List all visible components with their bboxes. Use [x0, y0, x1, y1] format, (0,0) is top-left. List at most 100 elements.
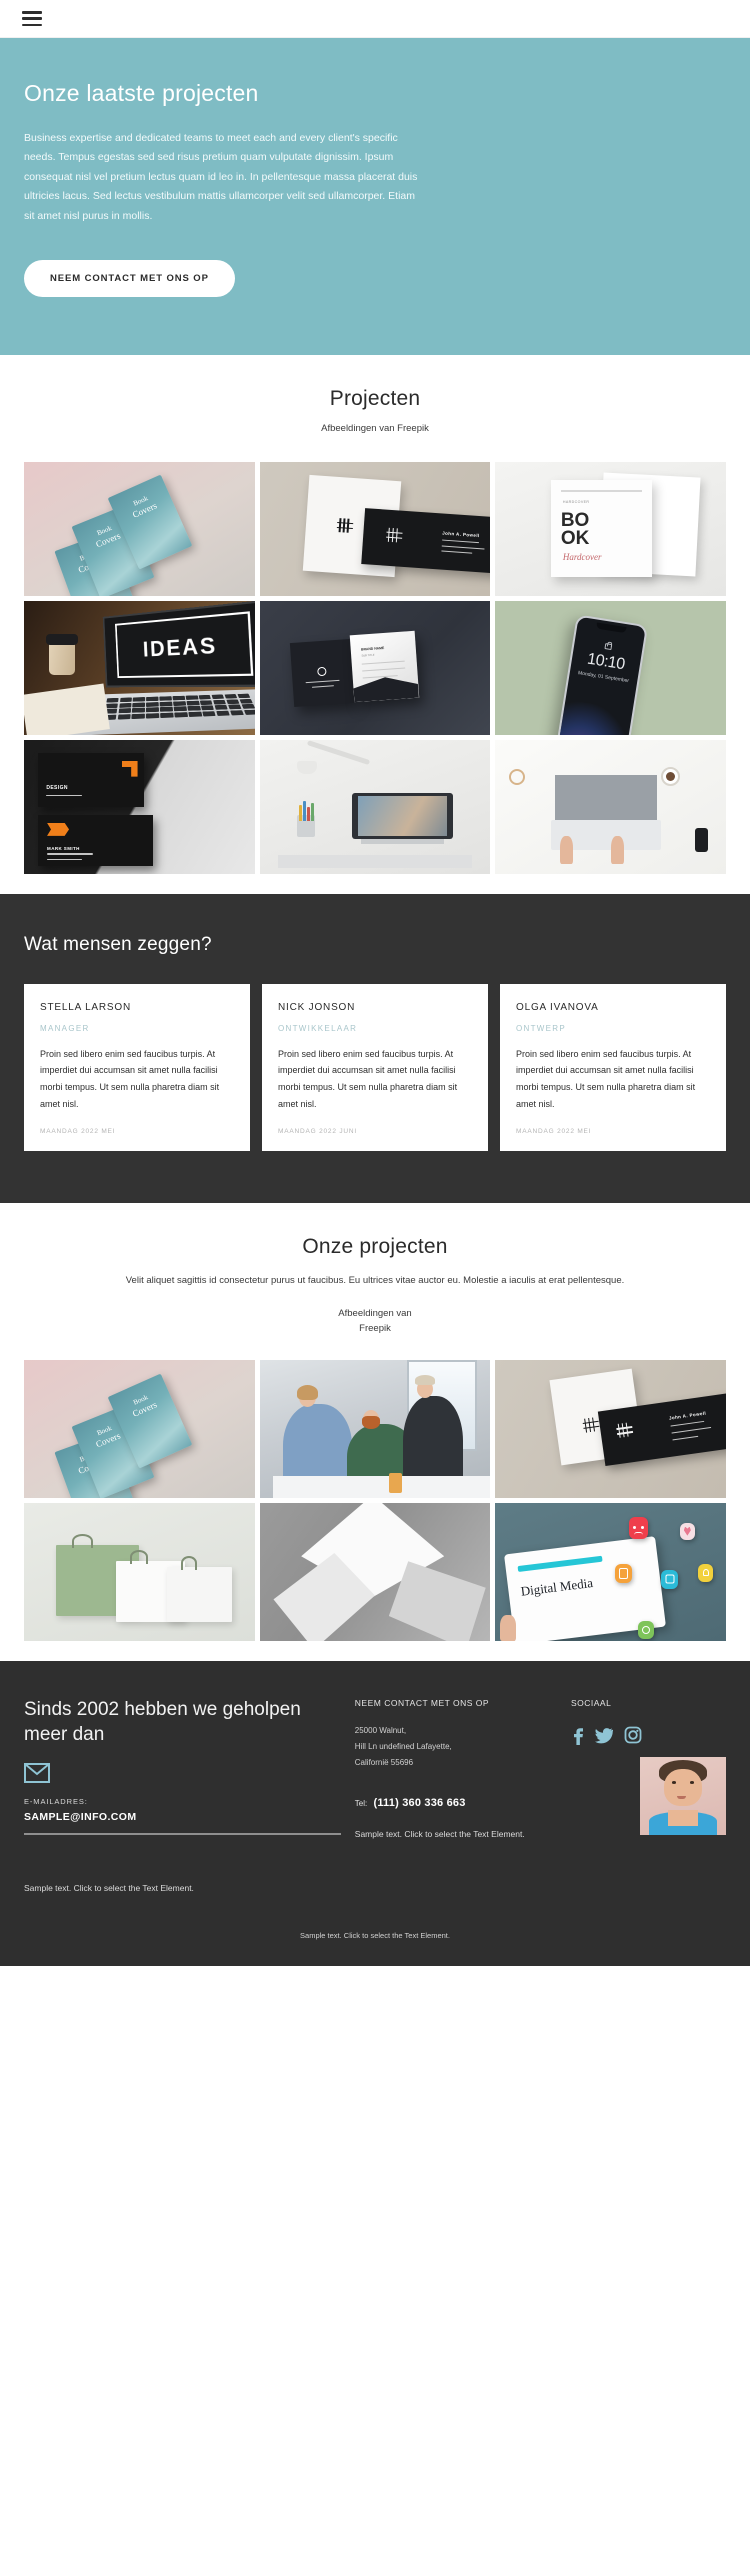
- footer-sample-text-right[interactable]: Sample text. Click to select the Text El…: [355, 1827, 557, 1841]
- app-icon-green: [638, 1620, 655, 1639]
- lock-icon: [603, 643, 612, 651]
- coffee-cup-table: [388, 1472, 402, 1493]
- brand-glyph-icon: [582, 1417, 600, 1433]
- portrait-mouth: [676, 1795, 686, 1799]
- hero-paragraph: Business expertise and dedicated teams t…: [24, 132, 418, 222]
- testimonials-section: Wat mensen zeggen? STELLA LARSON MANAGER…: [0, 893, 750, 1204]
- phone-overhead: [694, 828, 708, 853]
- ideas-text: IDEAS: [115, 611, 254, 679]
- lamp-head: [296, 761, 317, 775]
- testimonial-date: MAANDAG 2022 MEI: [40, 1128, 116, 1136]
- project-thumb-hardcover[interactable]: HARDCOVER BO OK Hardcover: [495, 461, 726, 596]
- testimonial-name: STELLA LARSON: [40, 1001, 131, 1013]
- hero-title: Onze laatste projecten: [24, 80, 259, 106]
- credit-line-2: Freepik: [359, 1323, 391, 1335]
- project-thumb-orange-branding[interactable]: DESIGN MARK SMITH: [24, 739, 255, 874]
- footer-telephone: Tel: (111) 360 336 663: [355, 1797, 557, 1809]
- contact-cta-button[interactable]: NEEM CONTACT MET ONS OP: [24, 260, 235, 298]
- project-thumb-abstract-paper[interactable]: [259, 1503, 491, 1642]
- project-thumb-cards-bw[interactable]: John A. Powell: [495, 1360, 726, 1499]
- black-card: John A. Powell: [361, 507, 491, 574]
- project-thumb-laptop-ideas[interactable]: IDEAS: [24, 600, 255, 735]
- coffee-cup-overhead: [660, 766, 680, 786]
- our-projects-title: Onze projecten: [302, 1235, 448, 1259]
- project-thumb-book-covers[interactable]: BookCovers BookCovers BookCovers: [24, 461, 255, 596]
- burger-line: [22, 23, 42, 26]
- project-thumb-book-covers-2[interactable]: BookCovers BookCovers BookCovers: [24, 1360, 255, 1499]
- brand-glyph-icon: [616, 1422, 634, 1438]
- card-name-text: John A. Powell: [669, 1410, 707, 1421]
- testimonial-text: Proin sed libero enim sed faucibus turpi…: [40, 1048, 220, 1109]
- projects-image-grid: BookCovers BookCovers BookCovers: [0, 452, 750, 894]
- project-thumb-overhead-desk[interactable]: [495, 739, 726, 874]
- portrait-collar: [668, 1809, 698, 1826]
- laptop-ideas-illustration: IDEAS: [24, 600, 255, 735]
- our-projects-header: Onze projecten Velit aliquet sagittis id…: [0, 1203, 750, 1350]
- project-thumb-stationery[interactable]: John A. Powell: [259, 461, 491, 596]
- testimonial-role: MANAGER: [40, 1023, 90, 1033]
- testimonial-date: MAANDAG 2022 MEI: [516, 1128, 592, 1136]
- card-name-text: John A. Powell: [442, 530, 481, 538]
- twitter-icon[interactable]: [594, 1725, 613, 1745]
- facebook-icon[interactable]: [571, 1725, 584, 1745]
- pencil-cup: [296, 801, 315, 837]
- testimonial-card-row: STELLA LARSON MANAGER Proin sed libero e…: [24, 983, 726, 1152]
- hamburger-menu-icon[interactable]: [22, 11, 42, 26]
- our-projects-section: Onze projecten Velit aliquet sagittis id…: [0, 1203, 750, 1662]
- app-icon-orange: [615, 1564, 633, 1584]
- footer-sample-text-left[interactable]: Sample text. Click to select the Text El…: [24, 1881, 341, 1895]
- portrait-eye-left: [672, 1781, 677, 1784]
- email-label: E-MAILADRES:: [24, 1797, 88, 1807]
- bag-handle-green: [72, 1533, 94, 1548]
- hardcover-illustration: HARDCOVER BO OK Hardcover: [495, 461, 726, 596]
- avatar: [640, 1756, 726, 1835]
- phone-illustration: 10:10 Monday, 01 September: [495, 600, 726, 735]
- testimonial-text: Proin sed libero enim sed faucibus turpi…: [516, 1048, 696, 1109]
- project-thumb-shopping-bags[interactable]: [24, 1503, 255, 1642]
- dark-card-left: [289, 638, 355, 708]
- desk-workspace-illustration: [259, 739, 491, 874]
- coffee-cup: [46, 633, 79, 675]
- business-cards-illustration: John A. Powell: [495, 1360, 726, 1499]
- envelope-icon[interactable]: [24, 1763, 50, 1784]
- project-thumb-desk-workspace[interactable]: [259, 739, 491, 874]
- testimonial-text: Proin sed libero enim sed faucibus turpi…: [278, 1048, 458, 1109]
- brand-glyph-icon: [336, 517, 354, 533]
- app-icon-red: [629, 1517, 649, 1540]
- person-1-head: [296, 1384, 318, 1407]
- projects-title: Projecten: [329, 387, 421, 411]
- instagram-icon[interactable]: [624, 1725, 642, 1745]
- projects-header: Projecten Afbeeldingen van Freepik: [0, 355, 750, 452]
- project-thumb-dark-cards[interactable]: BRAND NAME SUB TITLE: [259, 600, 491, 735]
- tablet-caption: Digital Media: [520, 1574, 594, 1599]
- footer-social-column: SOCIAAL: [571, 1697, 726, 1895]
- testimonial-card: NICK JONSON ONTWIKKELAAR Proin sed liber…: [262, 983, 488, 1152]
- our-projects-subtitle: Velit aliquet sagittis id consectetur pu…: [125, 1275, 625, 1287]
- monitor-screen-image: [358, 796, 448, 837]
- brand-glyph-icon: [386, 527, 403, 543]
- footer-social-title: SOCIAAL: [570, 1698, 612, 1709]
- monitor-stand: [361, 838, 445, 844]
- footer-bottom-sample-text[interactable]: Sample text. Click to select the Text El…: [24, 1931, 726, 1940]
- stationery-illustration: John A. Powell: [259, 461, 491, 596]
- project-thumb-digital-media[interactable]: Digital Media: [495, 1503, 726, 1642]
- tel-label: Tel:: [354, 1798, 368, 1808]
- person-2-head: [362, 1409, 381, 1429]
- footer-divider: [24, 1833, 341, 1835]
- wallpaper-wave: [553, 698, 640, 735]
- team-meeting-illustration: [259, 1360, 491, 1499]
- tel-value[interactable]: (111) 360 336 663: [373, 1797, 465, 1809]
- phone-notch: [595, 622, 627, 634]
- testimonial-card: OLGA IVANOVA ONTWERP Proin sed libero en…: [500, 983, 726, 1152]
- app-icon-yellow: [698, 1564, 714, 1583]
- email-value[interactable]: SAMPLE@INFO.COM: [24, 1811, 341, 1823]
- project-thumb-team-meeting[interactable]: [259, 1360, 491, 1499]
- top-navigation-bar: [0, 0, 750, 38]
- hand-right: [610, 836, 624, 865]
- footer-contact-column: NEEM CONTACT MET ONS OP 25000 Walnut, Hi…: [355, 1697, 557, 1895]
- project-thumb-phone[interactable]: 10:10 Monday, 01 September: [495, 600, 726, 735]
- burger-line: [22, 11, 42, 14]
- bag-white-2: [167, 1566, 232, 1622]
- orange-card-top: DESIGN: [37, 753, 144, 807]
- hand-holding-tablet: [499, 1615, 516, 1642]
